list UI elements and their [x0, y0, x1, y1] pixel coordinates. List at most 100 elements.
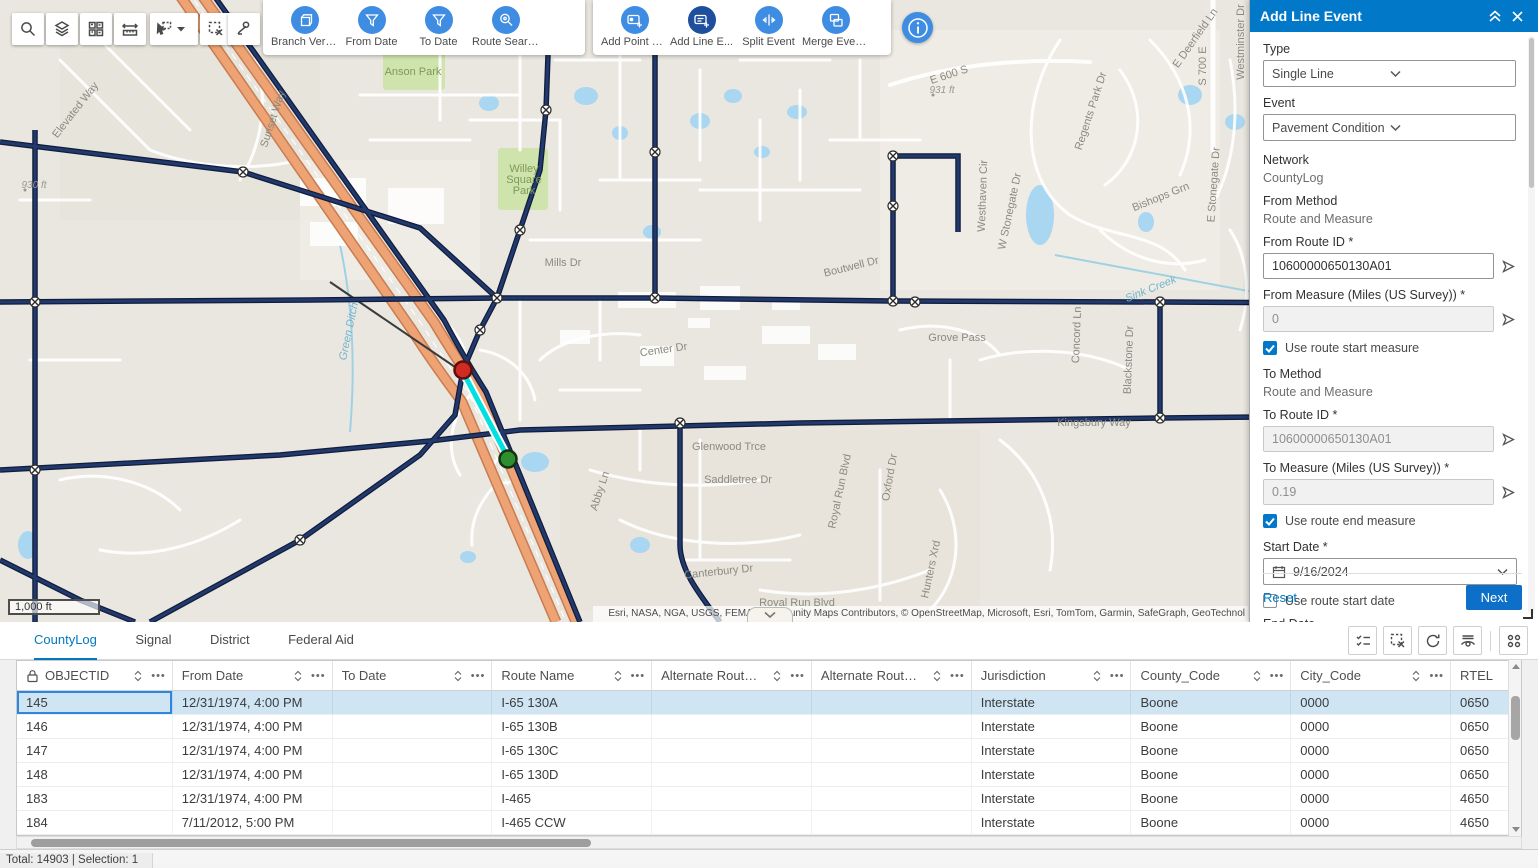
vertical-scroll-thumb[interactable] — [1511, 696, 1520, 740]
from-measure-marker[interactable] — [455, 362, 472, 379]
table-row[interactable]: 14512/31/1974, 4:00 PMI-65 130AInterstat… — [17, 691, 1521, 715]
refresh-button[interactable] — [1418, 626, 1447, 655]
pick-to-measure-button[interactable] — [1501, 485, 1516, 500]
table-cell[interactable] — [652, 739, 812, 762]
panel-scrollbar-thumb[interactable] — [1529, 38, 1534, 188]
table-cell[interactable]: Boone — [1131, 691, 1291, 714]
hide-fields-button[interactable] — [1453, 626, 1482, 655]
to-route-id-input[interactable] — [1263, 426, 1494, 452]
table-cell[interactable]: 0000 — [1291, 787, 1451, 810]
panel-resize-handle[interactable] — [1523, 609, 1533, 619]
table-cell[interactable]: 12/31/1974, 4:00 PM — [173, 787, 333, 810]
to-measure-marker[interactable] — [500, 451, 517, 468]
column-header-alternate-route[interactable]: Alternate Route ...••• — [812, 661, 972, 690]
pick-from-measure-button[interactable] — [1501, 312, 1516, 327]
table-cell[interactable] — [812, 739, 972, 762]
column-menu-icon[interactable]: ••• — [950, 670, 965, 682]
table-cell[interactable] — [652, 763, 812, 786]
measure-button[interactable] — [114, 13, 146, 45]
table-cell[interactable]: Boone — [1131, 739, 1291, 762]
tab-federal-aid[interactable]: Federal Aid — [288, 622, 354, 658]
table-cell[interactable] — [652, 811, 812, 834]
table-cell[interactable]: 0000 — [1291, 691, 1451, 714]
table-row[interactable]: 14612/31/1974, 4:00 PMI-65 130BInterstat… — [17, 715, 1521, 739]
from-route-id-input[interactable] — [1263, 253, 1494, 279]
table-row[interactable]: 18312/31/1974, 4:00 PMI-465InterstateBoo… — [17, 787, 1521, 811]
table-cell[interactable] — [652, 787, 812, 810]
table-cell[interactable]: Boone — [1131, 715, 1291, 738]
scroll-up-arrow[interactable] — [1512, 664, 1520, 669]
column-menu-icon[interactable]: ••• — [471, 670, 486, 682]
info-button[interactable] — [902, 12, 933, 43]
to-date-tool[interactable]: To Date — [405, 6, 472, 48]
table-cell[interactable]: 184 — [17, 811, 173, 834]
from-date-tool[interactable]: From Date — [338, 6, 405, 48]
table-cell[interactable]: Interstate — [972, 811, 1132, 834]
table-collapse-toggle[interactable] — [747, 607, 793, 622]
table-cell[interactable]: I-65 130C — [492, 739, 652, 762]
use-route-end-measure-checkbox[interactable]: Use route end measure — [1263, 514, 1516, 528]
split-event-tool[interactable]: Split Event — [735, 6, 802, 48]
table-cell[interactable]: I-465 — [492, 787, 652, 810]
route-search-tool[interactable]: Route Search — [472, 6, 539, 48]
table-cell[interactable]: 0000 — [1291, 763, 1451, 786]
show-selection-button[interactable] — [1348, 626, 1377, 655]
table-cell[interactable]: I-465 CCW — [492, 811, 652, 834]
column-menu-icon[interactable]: ••• — [311, 670, 326, 682]
table-cell[interactable]: 146 — [17, 715, 173, 738]
select-tool-button[interactable] — [150, 13, 198, 45]
use-route-start-measure-checkbox[interactable]: Use route start measure — [1263, 341, 1516, 355]
column-menu-icon[interactable]: ••• — [1270, 670, 1285, 682]
table-cell[interactable] — [652, 715, 812, 738]
table-row[interactable]: 1847/11/2012, 5:00 PM I-465 CCW Interstate… — [17, 811, 1521, 835]
tab-signal[interactable]: Signal — [135, 622, 171, 658]
search-button[interactable] — [12, 13, 44, 45]
column-header-jurisdiction[interactable]: Jurisdiction••• — [972, 661, 1132, 690]
close-panel-button[interactable] — [1506, 5, 1528, 27]
map-view[interactable]: Elevated WaySunset WayAnson ParkWilleySq… — [0, 0, 1538, 622]
layers-button[interactable] — [46, 13, 78, 45]
table-cell[interactable] — [812, 715, 972, 738]
table-cell[interactable]: Interstate — [972, 763, 1132, 786]
table-cell[interactable]: 0000 — [1291, 715, 1451, 738]
table-cell[interactable]: 12/31/1974, 4:00 PM — [173, 763, 333, 786]
table-cell[interactable]: Boone — [1131, 763, 1291, 786]
column-menu-icon[interactable]: ••• — [790, 670, 805, 682]
horizontal-scroll-thumb[interactable] — [31, 839, 591, 847]
table-cell[interactable] — [812, 763, 972, 786]
column-menu-icon[interactable]: ••• — [151, 670, 166, 682]
table-cell[interactable]: 147 — [17, 739, 173, 762]
table-cell[interactable] — [333, 715, 493, 738]
from-measure-input[interactable] — [1263, 306, 1494, 332]
table-cell[interactable] — [812, 787, 972, 810]
table-row[interactable]: 14812/31/1974, 4:00 PM I-65 130D Interstat… — [17, 763, 1521, 787]
table-cell[interactable] — [333, 811, 493, 834]
event-select[interactable]: Pavement Condition — [1263, 114, 1516, 141]
table-cell[interactable] — [812, 691, 972, 714]
to-measure-input[interactable] — [1263, 479, 1494, 505]
table-cell[interactable]: 183 — [17, 787, 173, 810]
table-cell[interactable]: I-65 130D — [492, 763, 652, 786]
table-cell[interactable]: Boone — [1131, 787, 1291, 810]
table-row[interactable]: 14712/31/1974, 4:00 PMI-65 130CInterstat… — [17, 739, 1521, 763]
column-menu-icon[interactable]: ••• — [1429, 670, 1444, 682]
pick-to-route-button[interactable] — [1501, 432, 1516, 447]
basemap-button[interactable] — [80, 13, 112, 45]
table-cell[interactable]: 12/31/1974, 4:00 PM — [173, 691, 333, 714]
table-cell[interactable]: 7/11/2012, 5:00 PM — [173, 811, 333, 834]
table-cell[interactable]: 12/31/1974, 4:00 PM — [173, 739, 333, 762]
table-cell[interactable] — [333, 739, 493, 762]
next-button[interactable]: Next — [1466, 585, 1522, 610]
tab-district[interactable]: District — [210, 622, 250, 658]
collapse-panel-button[interactable] — [1484, 5, 1506, 27]
table-horizontal-scrollbar[interactable] — [16, 836, 1522, 849]
table-cell[interactable]: 148 — [17, 763, 173, 786]
column-menu-icon[interactable]: ••• — [1110, 670, 1125, 682]
scroll-down-arrow[interactable] — [1512, 827, 1520, 832]
merge-events-tool[interactable]: Merge Events — [802, 6, 869, 48]
table-cell[interactable]: Interstate — [972, 715, 1132, 738]
table-cell[interactable] — [333, 691, 493, 714]
table-cell[interactable] — [812, 811, 972, 834]
pick-from-route-button[interactable] — [1501, 259, 1516, 274]
column-header-from-date[interactable]: From Date••• — [173, 661, 333, 690]
